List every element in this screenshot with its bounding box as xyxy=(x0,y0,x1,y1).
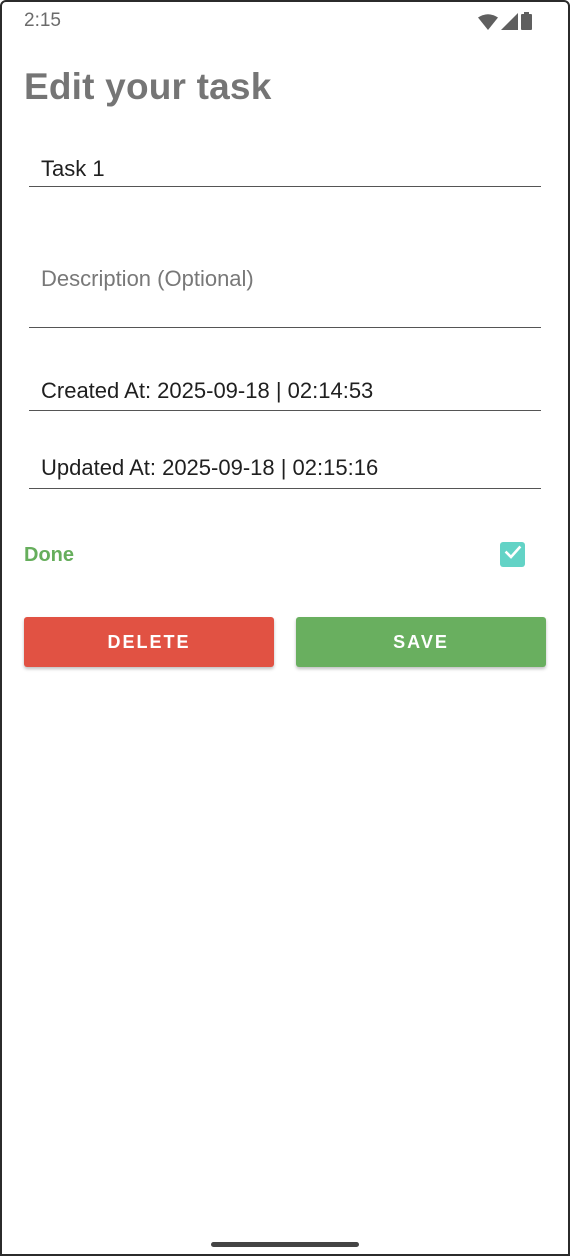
done-label: Done xyxy=(24,544,74,566)
description-placeholder: Description (Optional) xyxy=(41,266,254,291)
delete-button[interactable]: DELETE xyxy=(24,617,274,667)
task-title-value: Task 1 xyxy=(41,156,105,181)
description-input[interactable]: Description (Optional) xyxy=(29,234,541,328)
checkmark-icon xyxy=(504,543,522,566)
created-at-value: Created At: 2025-09-18 | 02:14:53 xyxy=(41,378,374,403)
task-title-input[interactable]: Task 1 xyxy=(29,142,541,187)
updated-at-field[interactable]: Updated At: 2025-09-18 | 02:15:16 xyxy=(29,442,541,489)
wifi-icon xyxy=(478,14,498,30)
page-title: Edit your task xyxy=(24,66,272,107)
battery-icon xyxy=(521,12,532,30)
save-button[interactable]: SAVE xyxy=(296,617,546,667)
created-at-field[interactable]: Created At: 2025-09-18 | 02:14:53 xyxy=(29,362,541,411)
home-indicator[interactable] xyxy=(211,1242,359,1247)
updated-at-value: Updated At: 2025-09-18 | 02:15:16 xyxy=(41,455,379,480)
cellular-signal-icon xyxy=(501,13,518,30)
done-checkbox[interactable] xyxy=(500,542,525,567)
app-screen: 2:15 Edit your task Task 1 Description (… xyxy=(0,0,570,1256)
status-bar: 2:15 xyxy=(2,2,568,42)
status-time: 2:15 xyxy=(24,10,61,31)
status-icons xyxy=(478,12,532,30)
